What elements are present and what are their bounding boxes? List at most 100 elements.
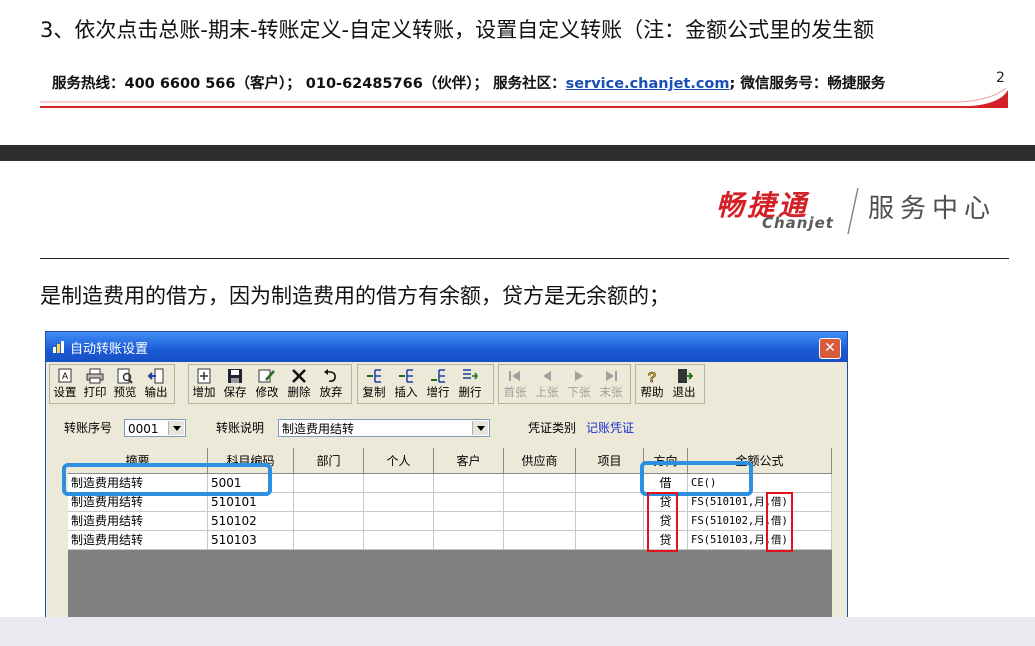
edit-label: 修改 <box>255 385 279 399</box>
print-label: 打印 <box>83 385 107 399</box>
next-icon <box>575 371 583 381</box>
save-label: 保存 <box>223 385 247 399</box>
voucher-type-label: 凭证类别 <box>528 421 577 435</box>
header-rule <box>40 258 1009 259</box>
add-row-icon <box>431 369 445 383</box>
bottom-band <box>0 617 1035 646</box>
chevron-down-icon[interactable] <box>472 421 488 435</box>
cell-project[interactable] <box>576 474 644 493</box>
add-row-button[interactable]: 增行 <box>424 366 452 402</box>
cell-person[interactable] <box>364 474 434 493</box>
service-community-link[interactable]: service.chanjet.com <box>566 76 730 92</box>
discard-button[interactable]: 放弃 <box>317 366 345 402</box>
page-number: 2 <box>996 70 1005 86</box>
export-button[interactable]: 输出 <box>142 366 170 402</box>
prev-icon <box>543 371 551 381</box>
insert-label: 插入 <box>394 385 418 399</box>
highlight-box-blue-direction <box>640 461 753 496</box>
toolbar-group-edit: 增加 保存 修改 删除 放弃 <box>188 364 352 404</box>
add-icon <box>197 368 211 384</box>
col-header-department: 部门 <box>294 448 364 474</box>
cell-project[interactable] <box>576 493 644 512</box>
insert-button[interactable]: 插入 <box>392 366 420 402</box>
cell-person[interactable] <box>364 531 434 550</box>
svg-text:A: A <box>62 371 68 381</box>
next-page-button[interactable]: 下张 <box>565 366 593 402</box>
chevron-down-icon[interactable] <box>168 421 184 435</box>
save-button[interactable]: 保存 <box>221 366 249 402</box>
service-hotline: 服务热线：400 6600 566（客户）； 010-62485766（伙伴）；… <box>52 72 885 93</box>
toolbar-group-rows: 复制 插入 增行 删行 <box>357 364 494 404</box>
col-header-supplier: 供应商 <box>504 448 576 474</box>
cell-project[interactable] <box>576 512 644 531</box>
cell-customer[interactable] <box>434 531 504 550</box>
toolbar: A 设置 打印 预览 输出 增加 保存 修改 删除 放弃 复制 插入 增行 删行 … <box>49 364 844 404</box>
cell-amount-formula[interactable]: FS(510103,月,借) <box>688 531 832 550</box>
first-page-button[interactable]: 首张 <box>501 366 529 402</box>
close-button[interactable]: ✕ <box>819 338 841 359</box>
toolbar-group-navigation: 首张 上张 下张 末张 <box>498 364 631 404</box>
insert-row-icon <box>399 369 413 383</box>
cell-department[interactable] <box>294 474 364 493</box>
cell-account-code[interactable]: 510102 <box>208 512 294 531</box>
cell-supplier[interactable] <box>504 531 576 550</box>
undo-icon <box>324 369 336 382</box>
add-button[interactable]: 增加 <box>190 366 218 402</box>
settings-label: 设置 <box>53 385 77 399</box>
hotline-suffix: ; 微信服务号：畅捷服务 <box>729 76 886 92</box>
cell-summary[interactable]: 制造费用结转 <box>68 531 208 550</box>
exit-label: 退出 <box>672 385 696 399</box>
edit-button[interactable]: 修改 <box>253 366 281 402</box>
cell-person[interactable] <box>364 493 434 512</box>
auto-transfer-window: 自动转账设置 ✕ A 设置 打印 预览 输出 增加 保存 修改 删除 放弃 复制 … <box>45 331 848 623</box>
last-label: 末张 <box>599 385 623 399</box>
copy-button[interactable]: 复制 <box>360 366 388 402</box>
help-icon: ? <box>647 369 657 384</box>
delete-label: 删除 <box>287 385 311 399</box>
delete-button[interactable]: 删除 <box>285 366 313 402</box>
cell-department[interactable] <box>294 493 364 512</box>
seq-select[interactable]: 0001 <box>124 419 186 437</box>
preview-button[interactable]: 预览 <box>111 366 139 402</box>
voucher-type-value[interactable]: 记账凭证 <box>586 419 634 436</box>
cell-customer[interactable] <box>434 512 504 531</box>
help-button[interactable]: ? 帮助 <box>638 366 666 402</box>
print-button[interactable]: 打印 <box>81 366 109 402</box>
cell-amount-formula[interactable]: FS(510102,月,借) <box>688 512 832 531</box>
service-center-text: 服务中心 <box>868 194 997 224</box>
window-titlebar[interactable]: 自动转账设置 ✕ <box>46 332 847 362</box>
svg-text:?: ? <box>647 369 656 384</box>
settings-icon: A <box>58 368 72 383</box>
transfer-grid: 摘要 科目编码 部门 个人 客户 供应商 项目 方向 金额公式 制造费用结转 5… <box>62 448 832 622</box>
cell-supplier[interactable] <box>504 474 576 493</box>
cell-supplier[interactable] <box>504 512 576 531</box>
last-page-button[interactable]: 末张 <box>597 366 625 402</box>
delete-icon <box>292 369 306 383</box>
cell-department[interactable] <box>294 512 364 531</box>
export-icon <box>147 368 164 384</box>
col-header-customer: 客户 <box>434 448 504 474</box>
cell-project[interactable] <box>576 531 644 550</box>
exit-button[interactable]: 退出 <box>670 366 698 402</box>
explanation-text: 是制造费用的借方，因为制造费用的借方有余额，贷方是无余额的； <box>40 284 670 308</box>
add-label: 增加 <box>192 385 216 399</box>
cell-summary[interactable]: 制造费用结转 <box>68 512 208 531</box>
settings-button[interactable]: A 设置 <box>51 366 79 402</box>
exit-door-icon <box>678 369 693 383</box>
step-instruction: 3、依次点击总账-期末-转账定义-自定义转账，设置自定义转账（注：金额公式里的发… <box>40 18 875 42</box>
delete-row-button[interactable]: 删行 <box>456 366 484 402</box>
cell-supplier[interactable] <box>504 493 576 512</box>
prev-page-button[interactable]: 上张 <box>533 366 561 402</box>
help-label: 帮助 <box>640 385 664 399</box>
desc-select[interactable]: 制造费用结转 <box>278 419 490 437</box>
cell-customer[interactable] <box>434 493 504 512</box>
cell-customer[interactable] <box>434 474 504 493</box>
cell-account-code[interactable]: 510103 <box>208 531 294 550</box>
next-label: 下张 <box>567 385 591 399</box>
cell-person[interactable] <box>364 512 434 531</box>
cell-department[interactable] <box>294 531 364 550</box>
section-divider-band <box>0 145 1035 161</box>
preview-label: 预览 <box>113 385 137 399</box>
delete-row-label: 删行 <box>458 385 482 399</box>
copy-label: 复制 <box>362 385 386 399</box>
